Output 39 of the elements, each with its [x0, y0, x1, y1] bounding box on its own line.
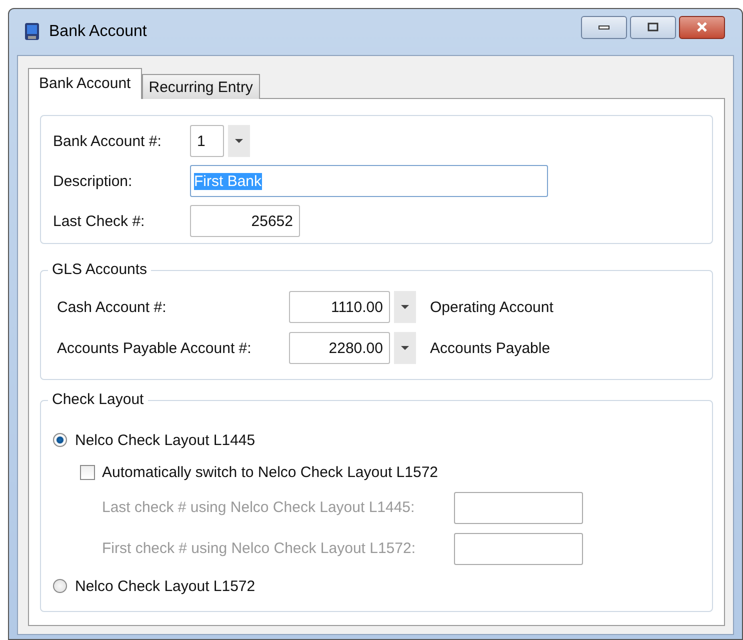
- minimize-icon: [598, 24, 610, 30]
- dropdown-button[interactable]: [394, 332, 416, 364]
- input-field[interactable]: [454, 532, 583, 564]
- maximize-icon: [647, 22, 659, 32]
- input-field[interactable]: 1: [190, 125, 224, 157]
- input-field[interactable]: 1110.00: [289, 291, 390, 323]
- field-label: Cash Account #:: [57, 298, 168, 316]
- caret-icon: [235, 139, 243, 143]
- maximize-button[interactable]: [630, 16, 676, 38]
- selected-text: First Bank: [194, 172, 262, 190]
- device-icon: [23, 22, 41, 42]
- dropdown-button[interactable]: [228, 125, 250, 157]
- account-name: Accounts Payable: [430, 340, 550, 356]
- minimize-button[interactable]: [581, 16, 627, 38]
- checkbox-label: Automatically switch to Nelco Check Layout L1572: [102, 464, 438, 480]
- option-label: Nelco Check Layout L1445: [75, 432, 256, 448]
- caret-icon: [401, 305, 409, 309]
- option-label: Nelco Check Layout L1572: [75, 578, 256, 594]
- close-icon: [695, 22, 709, 32]
- input-field[interactable]: 25652: [190, 205, 300, 237]
- tab[interactable]: Bank Account: [28, 68, 142, 99]
- field-label: Accounts Payable Account #:: [57, 340, 252, 356]
- input-field[interactable]: [454, 492, 583, 524]
- field-label: Description:: [53, 172, 134, 190]
- dropdown-button[interactable]: [394, 291, 416, 323]
- tab[interactable]: Recurring Entry: [142, 74, 260, 99]
- input-field[interactable]: 2280.00: [289, 332, 390, 364]
- caret-icon: [401, 346, 409, 350]
- field-label: Bank Account #:: [53, 132, 162, 150]
- field-label: First check # using Nelco Check Layout L1572:: [102, 540, 416, 557]
- field-label: Last Check #:: [53, 212, 146, 230]
- close-button[interactable]: [679, 16, 725, 38]
- group-title: Check Layout: [48, 391, 148, 408]
- radio-button[interactable]: [53, 433, 67, 447]
- checkbox[interactable]: [80, 464, 95, 480]
- radio-button[interactable]: [53, 579, 67, 593]
- account-name: Operating Account: [430, 298, 554, 316]
- field-label: Last check # using Nelco Check Layout L1445:: [102, 499, 416, 516]
- window-title: Bank Account: [49, 23, 147, 41]
